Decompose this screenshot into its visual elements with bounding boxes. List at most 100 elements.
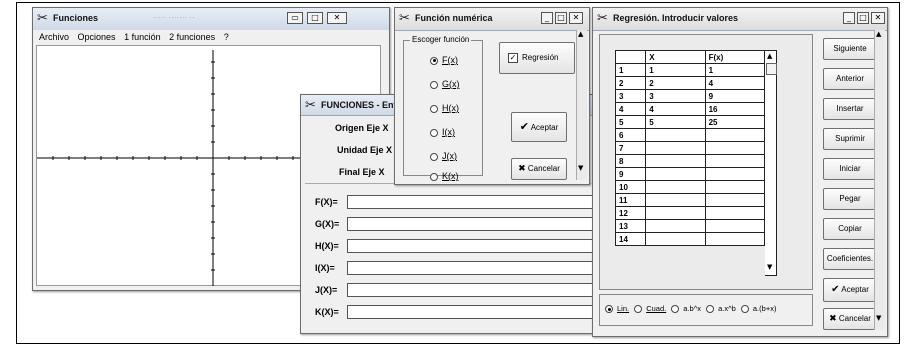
fit-option-cuad[interactable]: Cuad.: [634, 304, 666, 314]
cell-fx[interactable]: 9: [704, 89, 766, 103]
close-icon[interactable]: ✕: [327, 12, 347, 24]
radio-jx[interactable]: J(x): [430, 151, 457, 161]
cell-fx[interactable]: 25: [704, 115, 766, 129]
cell-x[interactable]: [645, 128, 706, 142]
menu-2-funciones[interactable]: 2 funciones: [169, 30, 215, 44]
menu-archivo[interactable]: Archivo: [39, 30, 69, 44]
cancelar-button[interactable]: ✖ Cancelar: [511, 158, 567, 180]
scroll-down-icon[interactable]: ▼: [767, 263, 772, 271]
fit-option-abx-sum[interactable]: a.(b+x): [740, 304, 776, 314]
cell-x[interactable]: [645, 193, 706, 207]
cell-x[interactable]: [645, 206, 706, 220]
cell-x[interactable]: [645, 141, 706, 155]
numerica-titlebar[interactable]: ✂ Función numérica _ □ ✕: [395, 8, 589, 31]
cell-x[interactable]: [645, 154, 706, 168]
table-row[interactable]: 11: [614, 193, 766, 207]
minimize-icon[interactable]: _: [843, 12, 855, 24]
table-row[interactable]: 13: [614, 219, 766, 233]
jx-input[interactable]: [347, 283, 593, 297]
cell-x[interactable]: 5: [645, 115, 706, 129]
maximize-icon[interactable]: □: [555, 12, 567, 24]
menu-1-funcion[interactable]: 1 función: [124, 30, 161, 44]
cell-x[interactable]: [645, 180, 706, 194]
fit-option-axb[interactable]: a.x^b: [706, 304, 736, 314]
table-row[interactable]: 12: [614, 206, 766, 220]
table-row[interactable]: 111: [614, 63, 766, 77]
cell-fx[interactable]: [704, 128, 766, 142]
cell-x[interactable]: [645, 167, 706, 181]
hx-input[interactable]: [347, 239, 593, 253]
scroll-up-icon[interactable]: ▲: [767, 52, 772, 60]
values-table[interactable]: X F(x) 111 224 339 4 4 16 5 5 25 6 7 8 9 10 …: [614, 50, 766, 246]
scroll-up-icon[interactable]: ▲: [876, 30, 881, 38]
minimize-icon[interactable]: ▭: [287, 12, 303, 24]
radio-fx[interactable]: F(x): [430, 55, 458, 65]
aceptar-button[interactable]: ✔ Aceptar: [511, 112, 567, 142]
table-scrollbar[interactable]: ▲ ▼: [765, 50, 777, 276]
scroll-thumb[interactable]: [766, 63, 777, 75]
siguiente-button[interactable]: Siguiente: [823, 38, 877, 60]
gx-input[interactable]: [347, 217, 593, 231]
table-row[interactable]: 4 4 16: [614, 102, 766, 116]
copiar-button[interactable]: Copiar: [823, 218, 877, 240]
insertar-button[interactable]: Insertar: [823, 98, 877, 120]
table-row[interactable]: 14: [614, 232, 766, 246]
cell-fx[interactable]: [704, 154, 766, 168]
cell-x[interactable]: [645, 232, 706, 246]
menu-help[interactable]: ?: [224, 30, 229, 44]
fit-option-abx[interactable]: a.b^x: [671, 304, 701, 314]
cancelar-button[interactable]: ✖ Cancelar: [823, 308, 877, 330]
coeficientes-button[interactable]: Coeficientes.: [823, 248, 877, 270]
radio-hx[interactable]: H(x): [430, 103, 459, 113]
cell-x[interactable]: 1: [645, 63, 706, 77]
menu-opciones[interactable]: Opciones: [78, 30, 116, 44]
maximize-icon[interactable]: □: [857, 12, 869, 24]
table-row[interactable]: 7: [614, 141, 766, 155]
minimize-icon[interactable]: _: [541, 12, 553, 24]
suprimir-button[interactable]: Suprimir: [823, 128, 877, 150]
scroll-down-icon[interactable]: ▼: [876, 314, 881, 322]
close-icon[interactable]: ✕: [569, 12, 583, 24]
cell-fx[interactable]: 16: [704, 102, 766, 116]
cell-fx[interactable]: [704, 219, 766, 233]
table-row[interactable]: 339: [614, 89, 766, 103]
aceptar-button[interactable]: ✔ Aceptar: [823, 278, 877, 302]
kx-input[interactable]: [347, 305, 593, 319]
cell-fx[interactable]: 1: [704, 63, 766, 77]
cell-x[interactable]: 3: [645, 89, 706, 103]
cell-fx[interactable]: [704, 193, 766, 207]
table-row[interactable]: 10: [614, 180, 766, 194]
anterior-button[interactable]: Anterior: [823, 68, 877, 90]
fit-option-lin[interactable]: Lin.: [605, 304, 629, 314]
radio-kx[interactable]: K(x): [430, 171, 459, 181]
ix-input[interactable]: [347, 261, 593, 275]
cell-fx[interactable]: [704, 167, 766, 181]
iniciar-button[interactable]: Iniciar: [823, 158, 877, 180]
funciones-titlebar[interactable]: ✂ Funciones ····· ······· ·· ▭ □ ✕: [33, 8, 389, 31]
numerica-scrollbar[interactable]: ▲ ▼: [576, 30, 587, 180]
maximize-icon[interactable]: □: [307, 12, 323, 24]
radio-ix[interactable]: I(x): [430, 127, 455, 137]
table-row[interactable]: 5 5 25: [614, 115, 766, 129]
pegar-button[interactable]: Pegar: [823, 188, 877, 210]
cell-x[interactable]: 4: [645, 102, 706, 116]
scroll-up-icon[interactable]: ▲: [578, 30, 583, 38]
cell-fx[interactable]: [704, 232, 766, 246]
cell-x[interactable]: [645, 219, 706, 233]
regresion-titlebar[interactable]: ✂ Regresión. Introducir valores _ □ ✕: [593, 8, 887, 31]
cell-fx[interactable]: 4: [704, 76, 766, 90]
cell-fx[interactable]: [704, 206, 766, 220]
cell-fx[interactable]: [704, 180, 766, 194]
regresion-checkbox[interactable]: ✓ Regresión: [499, 42, 575, 74]
scroll-down-icon[interactable]: ▼: [578, 164, 583, 172]
close-icon[interactable]: ✕: [871, 12, 885, 24]
cell-x[interactable]: 2: [645, 76, 706, 90]
regresion-scrollbar[interactable]: ▲ ▼: [874, 30, 885, 330]
table-row[interactable]: 224: [614, 76, 766, 90]
fx-input[interactable]: [347, 195, 593, 209]
cell-fx[interactable]: [704, 141, 766, 155]
table-row[interactable]: 8: [614, 154, 766, 168]
table-row[interactable]: 6: [614, 128, 766, 142]
radio-gx[interactable]: G(x): [430, 79, 460, 89]
table-row[interactable]: 9: [614, 167, 766, 181]
